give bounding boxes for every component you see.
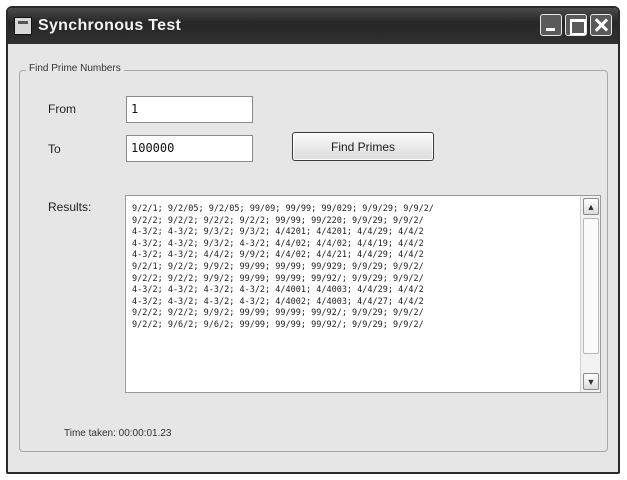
result-line: 4-3/2; 4-3/2; 4-3/2; 4-3/2; 4/4002; 4/40… bbox=[132, 296, 424, 307]
result-line: 9/2/2; 9/2/2; 9/9/2; 99/99; 99/99; 99/92… bbox=[132, 308, 424, 319]
result-line: 4-3/2; 4-3/2; 4/4/2; 9/9/2; 4/4/02; 4/4/… bbox=[132, 250, 424, 261]
results-label: Results: bbox=[48, 200, 92, 214]
result-line: 9/2/1; 9/2/05; 9/2/05; 99/09; 99/99; 99/… bbox=[132, 204, 434, 214]
result-line: 4-3/2; 4-3/2; 9/3/2; 4-3/2; 4/4/02; 4/4/… bbox=[132, 238, 424, 249]
results-list[interactable]: 9/2/1; 9/2/05; 9/2/05; 99/09; 99/99; 99/… bbox=[125, 195, 601, 393]
find-primes-button-label: Find Primes bbox=[330, 139, 395, 154]
caption-buttons bbox=[540, 14, 612, 36]
result-line: 4-3/2; 4-3/2; 9/3/2; 9/3/2; 4/4201; 4/42… bbox=[132, 227, 424, 238]
scroll-up-icon[interactable]: ▲ bbox=[583, 198, 599, 215]
minimize-icon[interactable] bbox=[540, 14, 562, 36]
results-content: 9/2/1; 9/2/05; 9/2/05; 99/09; 99/99; 99/… bbox=[132, 204, 576, 388]
app-window: Synchronous Test Find Prime Numbers From… bbox=[6, 6, 620, 474]
results-scrollbar[interactable]: ▲ ▼ bbox=[580, 196, 600, 392]
group-legend: Find Prime Numbers bbox=[26, 63, 124, 74]
maximize-icon[interactable] bbox=[565, 14, 587, 36]
scroll-down-icon[interactable]: ▼ bbox=[583, 373, 599, 390]
to-label: To bbox=[48, 142, 61, 156]
from-label: From bbox=[48, 102, 76, 116]
window-title: Synchronous Test bbox=[38, 17, 182, 34]
result-line: 9/2/2; 9/2/2; 9/9/2; 99/99; 99/99; 99/92… bbox=[132, 273, 424, 284]
from-input[interactable]: 1 bbox=[126, 96, 253, 123]
app-icon[interactable] bbox=[14, 17, 32, 35]
result-line: 9/2/1; 9/2/2; 9/9/2; 99/99; 99/99; 99/92… bbox=[132, 261, 424, 272]
status-text: Time taken: 00:00:01.23 bbox=[64, 428, 172, 439]
title-bar[interactable]: Synchronous Test bbox=[8, 8, 618, 44]
to-input[interactable]: 100000 bbox=[126, 135, 253, 162]
scroll-thumb[interactable] bbox=[583, 218, 599, 354]
result-line: 4-3/2; 4-3/2; 4-3/2; 4-3/2; 4/4001; 4/40… bbox=[132, 285, 424, 296]
close-icon[interactable] bbox=[590, 14, 612, 36]
result-line: 9/2/2; 9/6/2; 9/6/2; 99/99; 99/99; 99/92… bbox=[132, 319, 424, 330]
find-primes-button[interactable]: Find Primes bbox=[292, 132, 434, 161]
result-line: 9/2/2; 9/2/2; 9/2/2; 9/2/2; 99/99; 99/22… bbox=[132, 215, 424, 226]
